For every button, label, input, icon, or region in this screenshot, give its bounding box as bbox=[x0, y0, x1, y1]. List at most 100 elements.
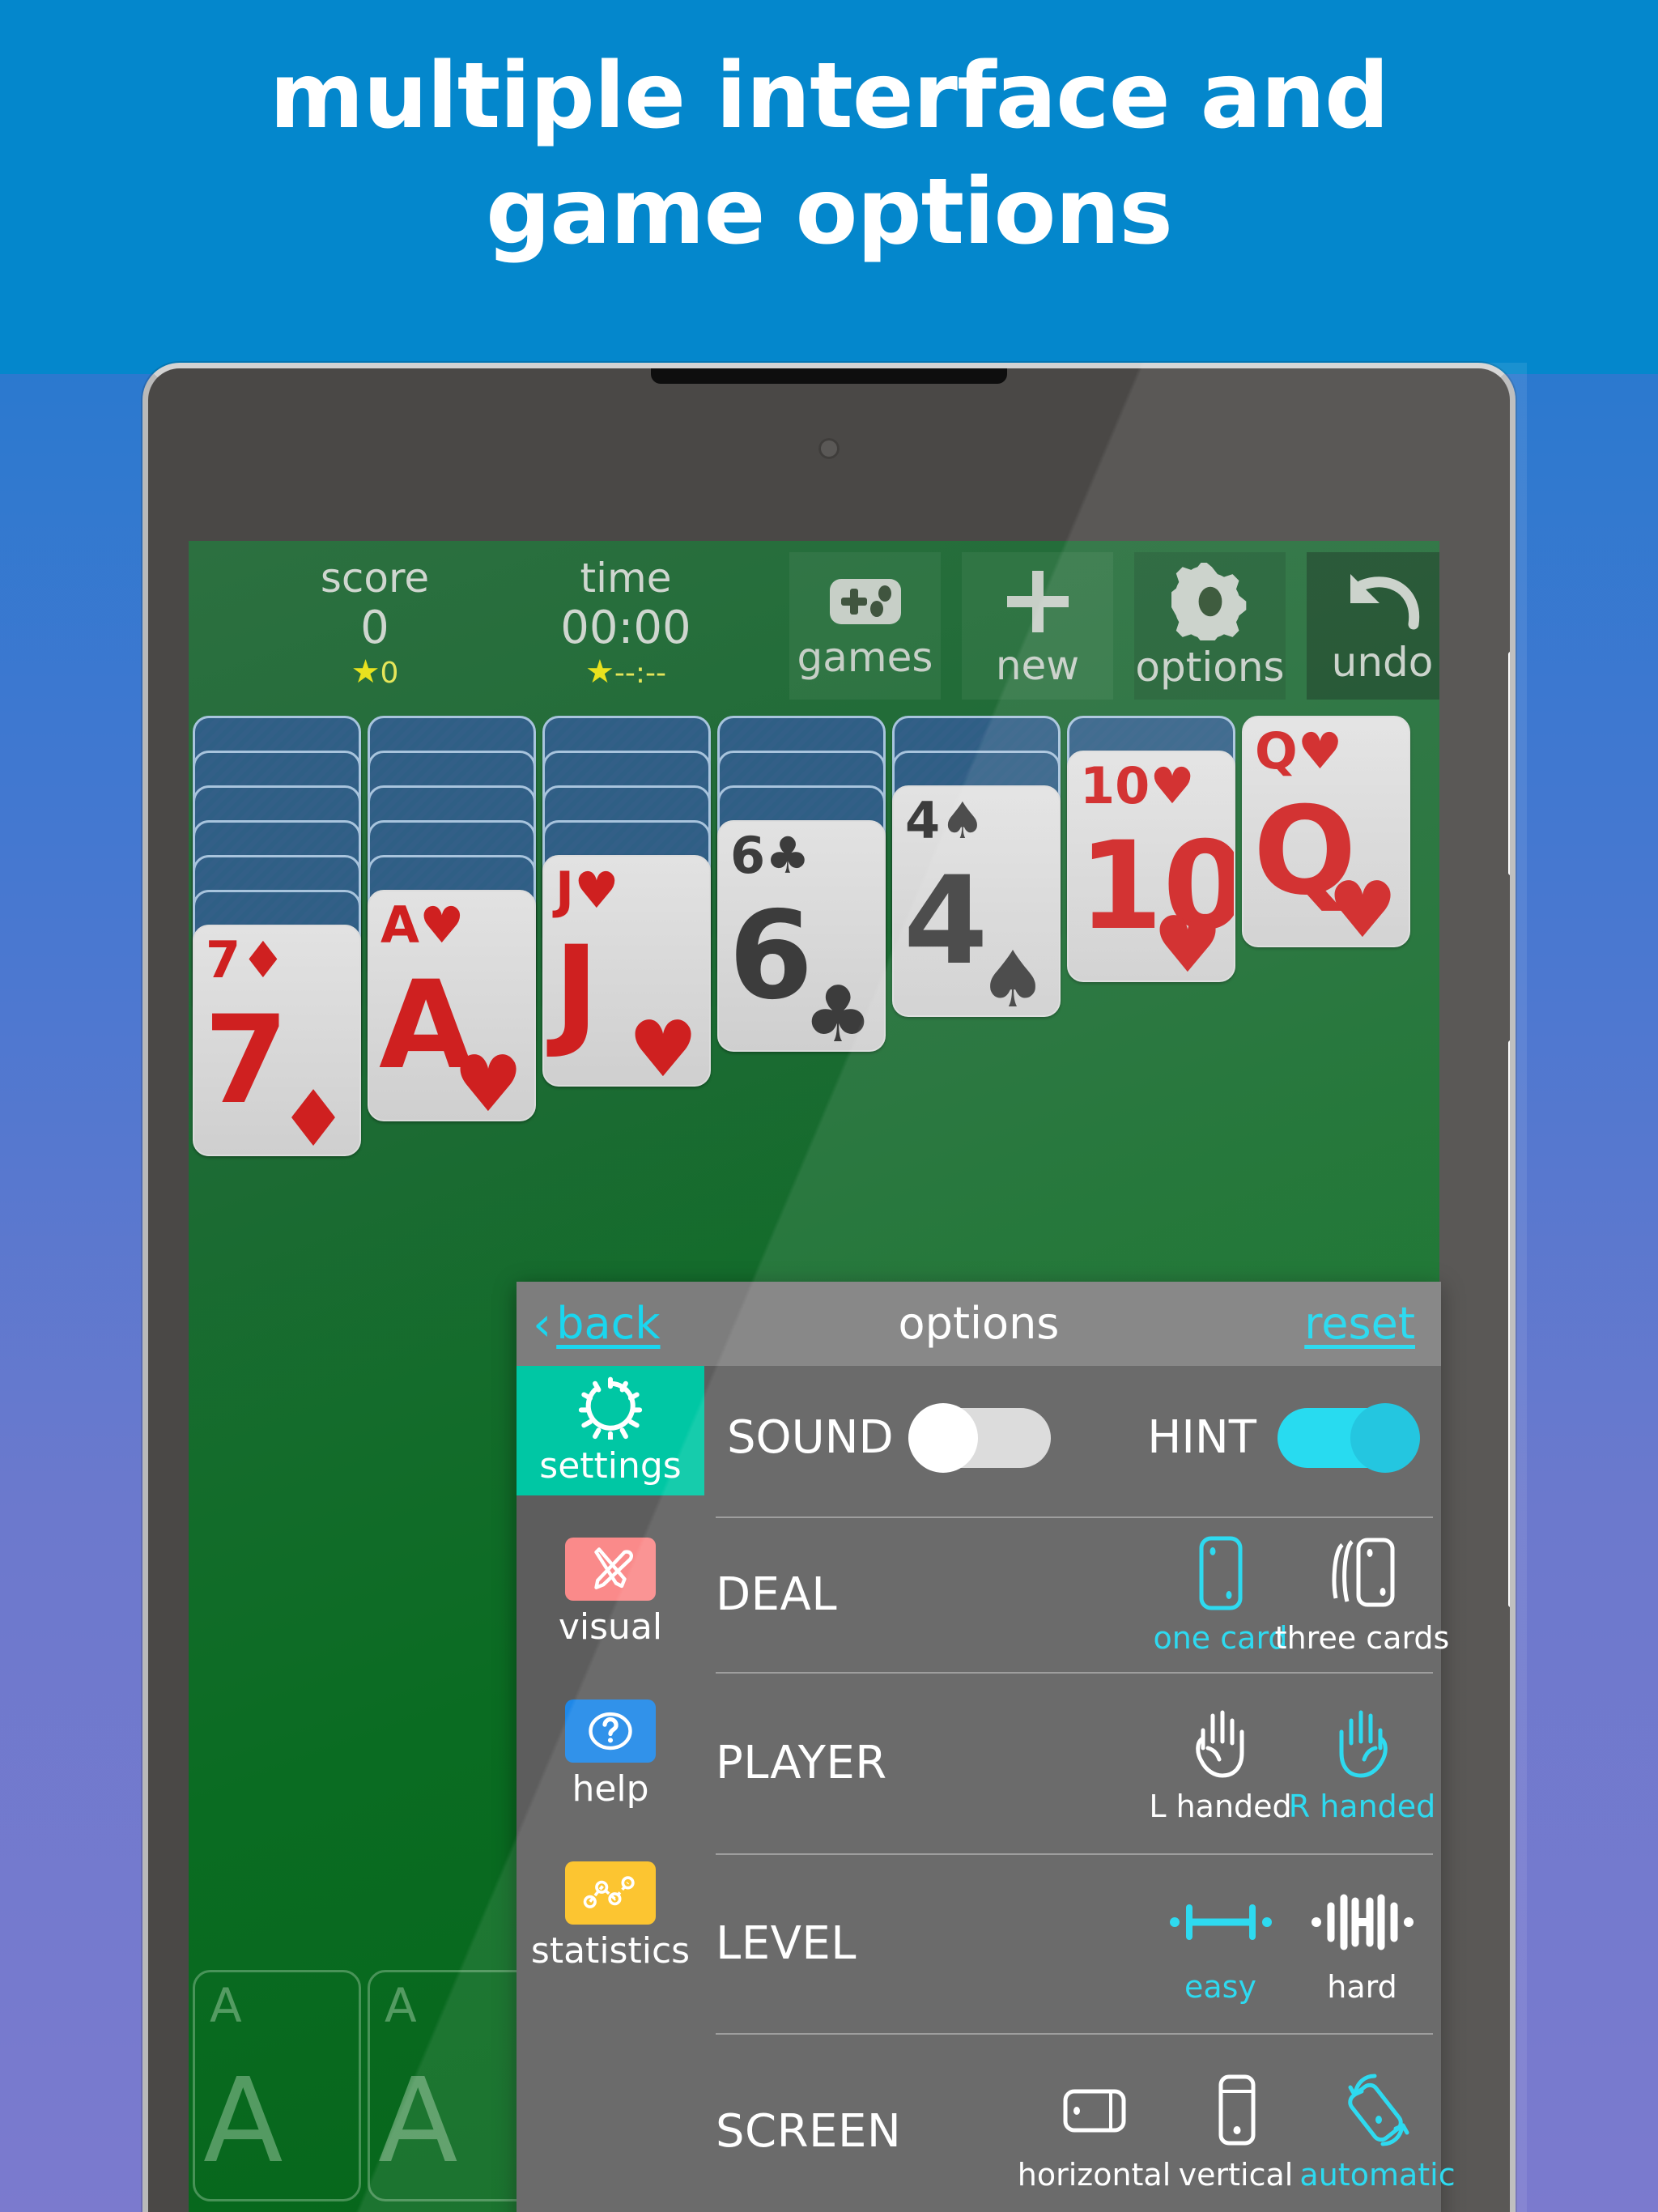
deal-three-cards-choice[interactable]: three cards bbox=[1275, 1534, 1449, 1656]
graph-nodes-icon bbox=[565, 1861, 656, 1925]
time-panel: time 00:00 ★--:-- bbox=[504, 554, 747, 691]
card-suit-icon: ♥ bbox=[574, 861, 619, 920]
chevron-left-icon: ‹ bbox=[533, 1296, 552, 1351]
hint-toggle-group[interactable]: HINT bbox=[1147, 1403, 1420, 1473]
player-right-handed-choice[interactable]: R handed bbox=[1288, 1703, 1436, 1824]
card-corner-rank-suit: 4♠ bbox=[905, 791, 985, 850]
sound-label: SOUND bbox=[727, 1411, 894, 1464]
device-side-button-top[interactable] bbox=[1508, 652, 1510, 875]
star-icon: ★ bbox=[585, 653, 614, 691]
sidebar-item-help[interactable]: help bbox=[517, 1690, 704, 1819]
card-suit-icon: ♠ bbox=[940, 791, 985, 850]
option-row-player: PLAYER L handed R handed bbox=[716, 1674, 1436, 1855]
screen-choices: horizontal vertical automatic bbox=[1018, 2071, 1456, 2193]
card-corner-rank-suit: A♥ bbox=[380, 895, 465, 955]
sidebar-item-visual-label: visual bbox=[558, 1606, 663, 1648]
sidebar-item-statistics[interactable]: statistics bbox=[517, 1852, 704, 1981]
face-up-card[interactable]: 10♥ 10 ♥ bbox=[1067, 751, 1235, 982]
games-button[interactable]: games bbox=[789, 552, 941, 700]
pencil-brush-icon bbox=[565, 1538, 656, 1601]
left-hand-icon bbox=[1190, 1703, 1252, 1780]
undo-button[interactable]: undo bbox=[1307, 552, 1439, 700]
sidebar-item-settings-label: settings bbox=[539, 1445, 682, 1487]
card-large-suit-icon: ♠ bbox=[977, 934, 1048, 1017]
card-large-suit-icon: ♥ bbox=[1152, 900, 1222, 982]
player-right-handed-label: R handed bbox=[1288, 1789, 1436, 1824]
new-game-button-label: new bbox=[995, 642, 1080, 689]
face-up-card[interactable]: Q♥ Q ♥ bbox=[1242, 716, 1410, 947]
hint-toggle[interactable] bbox=[1278, 1403, 1420, 1473]
games-button-label: games bbox=[797, 634, 933, 681]
sidebar-item-visual[interactable]: visual bbox=[517, 1528, 704, 1657]
player-left-handed-label: L handed bbox=[1149, 1789, 1292, 1824]
deal-one-card-choice[interactable]: one card bbox=[1150, 1534, 1291, 1656]
face-up-card[interactable]: J♥ J ♥ bbox=[542, 855, 711, 1087]
card-corner-rank-suit: 6♣ bbox=[730, 826, 810, 885]
sound-toggle-group[interactable]: SOUND bbox=[727, 1403, 1051, 1473]
card-large-rank: 6 bbox=[729, 886, 814, 1027]
level-easy-choice[interactable]: easy bbox=[1150, 1883, 1291, 2005]
new-game-button[interactable]: new bbox=[962, 552, 1113, 700]
reset-button[interactable]: reset bbox=[1304, 1300, 1415, 1348]
time-best-value: --:-- bbox=[614, 657, 666, 690]
card-suit-icon: ♥ bbox=[1297, 721, 1343, 781]
card-suit-icon: ♥ bbox=[419, 895, 465, 955]
back-button[interactable]: ‹ back bbox=[533, 1296, 661, 1351]
undo-arrow-icon bbox=[1342, 568, 1423, 636]
single-card-icon bbox=[1197, 1534, 1245, 1612]
sound-toggle[interactable] bbox=[908, 1403, 1051, 1473]
time-value: 00:00 bbox=[560, 602, 691, 654]
player-label: PLAYER bbox=[716, 1737, 887, 1789]
screen-label: SCREEN bbox=[716, 2105, 902, 2158]
face-up-card[interactable]: 7♦ 7 ♦ bbox=[193, 925, 361, 1156]
sidebar-item-settings[interactable]: settings bbox=[517, 1366, 704, 1495]
gear-outline-icon bbox=[576, 1375, 645, 1444]
sidebar-item-help-label: help bbox=[572, 1768, 649, 1810]
option-row-toggles: SOUND HINT bbox=[716, 1366, 1433, 1518]
card-large-rank: 7 bbox=[204, 990, 289, 1131]
score-value: 0 bbox=[360, 602, 389, 654]
right-hand-icon bbox=[1332, 1703, 1393, 1780]
hint-label: HINT bbox=[1147, 1411, 1256, 1464]
tablet-top-notch bbox=[651, 368, 1007, 384]
score-best-value: 0 bbox=[380, 657, 399, 690]
phone-portrait-icon bbox=[1211, 2071, 1261, 2149]
player-left-handed-choice[interactable]: L handed bbox=[1149, 1703, 1292, 1824]
options-rows: SOUND HINT DEAL one card three cards PLA… bbox=[704, 1366, 1456, 2212]
light-dumbbell-icon bbox=[1168, 1883, 1273, 1961]
level-choices: easy hard bbox=[1023, 1883, 1433, 2005]
sidebar-item-statistics-label: statistics bbox=[530, 1930, 691, 1972]
options-dialog-body: settings visual help statistics SOUND HI… bbox=[517, 1366, 1456, 2212]
card-corner-rank-suit: J♥ bbox=[555, 861, 619, 920]
time-label: time bbox=[580, 555, 672, 602]
options-button-label: options bbox=[1135, 644, 1285, 691]
score-best: ★0 bbox=[261, 654, 488, 691]
face-up-card[interactable]: 6♣ 6 ♣ bbox=[717, 820, 886, 1052]
level-hard-choice[interactable]: hard bbox=[1291, 1883, 1433, 2005]
screen-automatic-choice[interactable]: automatic bbox=[1299, 2071, 1456, 2193]
face-up-card[interactable]: A♥ A ♥ bbox=[368, 890, 536, 1121]
deal-one-card-label: one card bbox=[1153, 1620, 1288, 1656]
promo-headline: multiple interface and game options bbox=[0, 39, 1658, 271]
deal-three-cards-label: three cards bbox=[1274, 1620, 1450, 1656]
card-suit-icon: ♦ bbox=[240, 930, 286, 989]
foundation-placeholder-large: A bbox=[203, 2052, 283, 2189]
foundation-slot[interactable]: AA bbox=[193, 1970, 361, 2201]
face-up-card[interactable]: 4♠ 4 ♠ bbox=[892, 785, 1061, 1017]
time-best: ★--:-- bbox=[504, 654, 747, 691]
screen-horizontal-choice[interactable]: horizontal bbox=[1018, 2071, 1171, 2193]
foundation-slot[interactable]: AA bbox=[368, 1970, 536, 2201]
card-large-suit-icon: ♦ bbox=[278, 1074, 348, 1156]
score-label: score bbox=[320, 555, 430, 602]
front-camera-icon bbox=[818, 438, 840, 459]
question-circle-icon bbox=[565, 1699, 656, 1763]
level-label: LEVEL bbox=[716, 1917, 857, 1970]
foundation-placeholder-small: A bbox=[210, 1978, 242, 2033]
screen-vertical-choice[interactable]: vertical bbox=[1165, 2071, 1307, 2193]
score-panel: score 0 ★0 bbox=[261, 554, 488, 691]
option-row-screen: SCREEN horizontal vertical automatic bbox=[716, 2035, 1456, 2212]
device-side-button-bottom[interactable] bbox=[1508, 1040, 1510, 1607]
gear-icon bbox=[1171, 563, 1249, 640]
options-button[interactable]: options bbox=[1134, 552, 1286, 700]
sound-toggle-knob bbox=[908, 1403, 978, 1473]
